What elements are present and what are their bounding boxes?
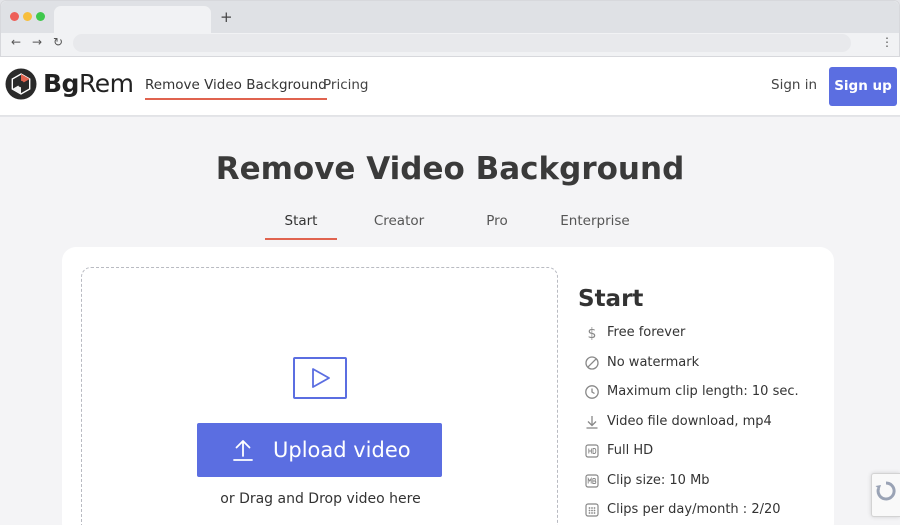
window-minimize-dot[interactable] <box>23 12 32 21</box>
plan-feature-list: $ Free forever No watermark Maximum clip… <box>578 322 828 525</box>
address-bar[interactable] <box>73 34 851 52</box>
hd-icon <box>585 444 599 458</box>
site-header: BgRem Remove Video Background Pricing Si… <box>0 57 900 116</box>
browser-tab[interactable] <box>54 6 211 33</box>
tab-creator[interactable]: Creator <box>365 212 433 230</box>
back-icon[interactable]: ← <box>8 34 24 50</box>
nav-pricing[interactable]: Pricing <box>323 76 369 94</box>
video-dropzone[interactable]: Upload video or Drag and Drop video here <box>81 267 558 525</box>
browser-tab-bar: + <box>1 1 899 33</box>
browser-menu-icon[interactable]: ⋮ <box>881 34 893 50</box>
new-tab-icon[interactable]: + <box>220 7 233 27</box>
nav-remove-video-background[interactable]: Remove Video Background <box>145 76 327 100</box>
browser-chrome: + ← → ↻ ⋮ <box>0 0 900 57</box>
feature-item: Clips per day/month : 2/20 <box>578 499 828 525</box>
window-maximize-dot[interactable] <box>36 12 45 21</box>
recaptcha-badge[interactable] <box>871 473 900 517</box>
sign-in-link[interactable]: Sign in <box>771 76 817 94</box>
window-close-dot[interactable] <box>10 12 19 21</box>
plan-card: Upload video or Drag and Drop video here… <box>62 247 834 525</box>
upload-video-button[interactable]: Upload video <box>197 423 442 477</box>
tab-enterprise[interactable]: Enterprise <box>560 212 630 230</box>
video-play-icon <box>293 357 347 399</box>
svg-text:$: $ <box>588 326 597 341</box>
upload-icon <box>233 440 253 461</box>
no-watermark-icon <box>585 355 599 370</box>
main-content: Remove Video Background Start Creator Pr… <box>0 117 900 525</box>
logo-wordmark[interactable]: BgRem <box>43 68 134 100</box>
feature-item: Video file download, mp4 <box>578 411 828 441</box>
feature-item: $ Free forever <box>578 322 828 352</box>
logo-icon[interactable] <box>5 68 37 100</box>
download-icon <box>586 415 598 429</box>
plan-title: Start <box>578 286 644 312</box>
calendar-icon <box>585 503 599 517</box>
sign-up-button[interactable]: Sign up <box>829 67 897 106</box>
recaptcha-icon <box>875 481 896 501</box>
clock-icon <box>585 385 599 399</box>
feature-item: Clip size: 10 Mb <box>578 470 828 500</box>
reload-icon[interactable]: ↻ <box>50 34 66 50</box>
feature-item: No watermark <box>578 352 828 382</box>
forward-icon[interactable]: → <box>29 34 45 50</box>
tab-pro[interactable]: Pro <box>480 212 514 230</box>
mb-icon <box>585 473 599 488</box>
upload-video-label: Upload video <box>273 438 411 462</box>
dollar-icon: $ <box>588 326 597 341</box>
feature-item: Maximum clip length: 10 sec. <box>578 381 828 411</box>
page-title: Remove Video Background <box>215 151 685 187</box>
drag-drop-hint: or Drag and Drop video here <box>220 491 421 507</box>
tab-start[interactable]: Start <box>265 212 337 240</box>
feature-item: Full HD <box>578 440 828 470</box>
